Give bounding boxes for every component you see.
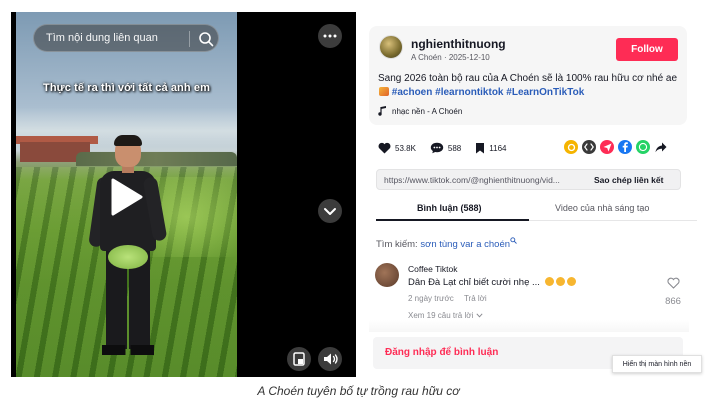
whatsapp-icon[interactable] (636, 140, 650, 154)
tab-comments[interactable]: Bình luận (588) (417, 203, 482, 213)
emoji-icon (379, 87, 389, 96)
volume-button[interactable] (318, 347, 342, 371)
hashtag-link[interactable]: #achoen (392, 87, 433, 98)
tab-creator-videos[interactable]: Video của nhà sáng tạo (555, 203, 649, 213)
comment-author[interactable]: Coffee Tiktok (408, 264, 457, 274)
description-text: Sang 2026 toàn bộ rau của A Choén sẽ là … (378, 73, 678, 84)
video-url[interactable]: https://www.tiktok.com/@nghienthitnuong/… (377, 175, 587, 185)
share-arrow-icon[interactable] (654, 140, 668, 154)
video-player[interactable]: Thực tế ra thì với tất cả anh em (11, 12, 356, 377)
search-divider (189, 31, 190, 47)
facebook-icon[interactable] (618, 140, 632, 154)
search-icon (510, 237, 517, 244)
chevron-down-icon (324, 208, 336, 215)
avatar[interactable] (379, 35, 403, 59)
related-search-input[interactable] (46, 32, 186, 44)
embed-icon[interactable] (582, 140, 596, 154)
comment-text: Dân Đà Lạt chỉ biết cười nhẹ ... (408, 277, 576, 288)
more-options-icon[interactable] (318, 24, 342, 48)
engagement-row: 53.8K 588 1164 (378, 140, 520, 156)
comment-time: 2 ngày trước (408, 294, 454, 303)
reply-button[interactable]: Trả lời (464, 294, 487, 303)
laughing-emoji-icon (555, 277, 565, 286)
hashtag-link[interactable]: #learnontiktok (435, 87, 503, 98)
comment-bubble-icon (430, 142, 444, 154)
comment-like-count: 866 (665, 296, 681, 307)
held-vegetables (108, 245, 148, 269)
wand-icon[interactable] (564, 140, 578, 154)
speaker-icon (324, 353, 338, 365)
hashtag-link[interactable]: #LearnOnTikTok (506, 87, 584, 98)
person-shoes (102, 345, 154, 355)
music-note-icon (378, 106, 386, 116)
play-icon[interactable] (109, 177, 145, 217)
author-username[interactable]: nghienthitnuong (411, 37, 506, 51)
search-suggestion-prefix: Tìm kiếm: (376, 239, 418, 250)
scroll-fade (369, 320, 689, 332)
author-info-card: nghienthitnuong A Choén · 2025-12-10 Fol… (369, 26, 687, 125)
tooltip: Hiển thị màn hình nền (612, 355, 702, 373)
comment-body: Dân Đà Lạt chỉ biết cười nhẹ ... (408, 277, 540, 288)
chevron-down-icon (475, 313, 483, 318)
post-date: 2025-12-10 (448, 53, 490, 62)
next-video-button[interactable] (318, 199, 342, 223)
heart-icon (378, 142, 391, 154)
comment-count: 588 (447, 143, 462, 153)
bookmark-icon (476, 143, 485, 154)
person-in-video (88, 135, 168, 367)
author-display-name: A Choén (411, 53, 442, 62)
copy-link-button[interactable]: Sao chép liên kết (587, 175, 663, 185)
active-tab-indicator (376, 219, 529, 221)
view-replies-label: Xem 19 câu trả lời (408, 311, 474, 320)
video-frame[interactable]: Thực tế ra thì với tất cả anh em (16, 12, 237, 377)
video-description: Sang 2026 toàn bộ rau của A Choén sẽ là … (378, 72, 678, 100)
author-subline: A Choén · 2025-12-10 (411, 53, 490, 62)
picture-in-picture-button[interactable] (287, 347, 311, 371)
search-suggestion[interactable]: Tìm kiếm: sơn tùng var a choén (376, 237, 517, 250)
video-caption-overlay: Thực tế ra thì với tất cả anh em (43, 82, 210, 94)
save-count: 1164 (489, 143, 507, 153)
avatar[interactable] (375, 263, 399, 287)
laughing-emoji-icon (566, 277, 576, 286)
copy-link-box: https://www.tiktok.com/@nghienthitnuong/… (376, 169, 681, 190)
related-search-bar[interactable] (33, 24, 219, 52)
music-title: nhạc nền - A Choén (392, 106, 463, 116)
like-count: 53.8K (395, 143, 416, 153)
view-replies-button[interactable]: Xem 19 câu trả lời (408, 311, 483, 320)
save-button[interactable]: 1164 (475, 142, 506, 154)
search-icon[interactable] (198, 31, 214, 47)
comment-like-button[interactable]: 866 (662, 276, 684, 307)
comment-meta: 2 ngày trước Trả lời (408, 294, 487, 303)
like-button[interactable]: 53.8K (378, 142, 416, 154)
share-icons-row (564, 140, 668, 154)
heart-outline-icon (666, 277, 680, 289)
search-suggestion-keyword[interactable]: sơn tùng var a choén (420, 239, 510, 250)
follow-button[interactable]: Follow (616, 38, 678, 61)
pip-icon (293, 352, 305, 366)
comment-button[interactable]: 588 (430, 142, 461, 154)
login-to-comment-link[interactable]: Đăng nhập để bình luận (385, 347, 498, 358)
music-row[interactable]: nhạc nền - A Choén (378, 106, 462, 116)
figure-caption: A Choén tuyên bố tự trồng rau hữu cơ (257, 384, 460, 398)
person-hair (114, 135, 142, 146)
laughing-emoji-icon (544, 277, 554, 286)
send-icon[interactable] (600, 140, 614, 154)
